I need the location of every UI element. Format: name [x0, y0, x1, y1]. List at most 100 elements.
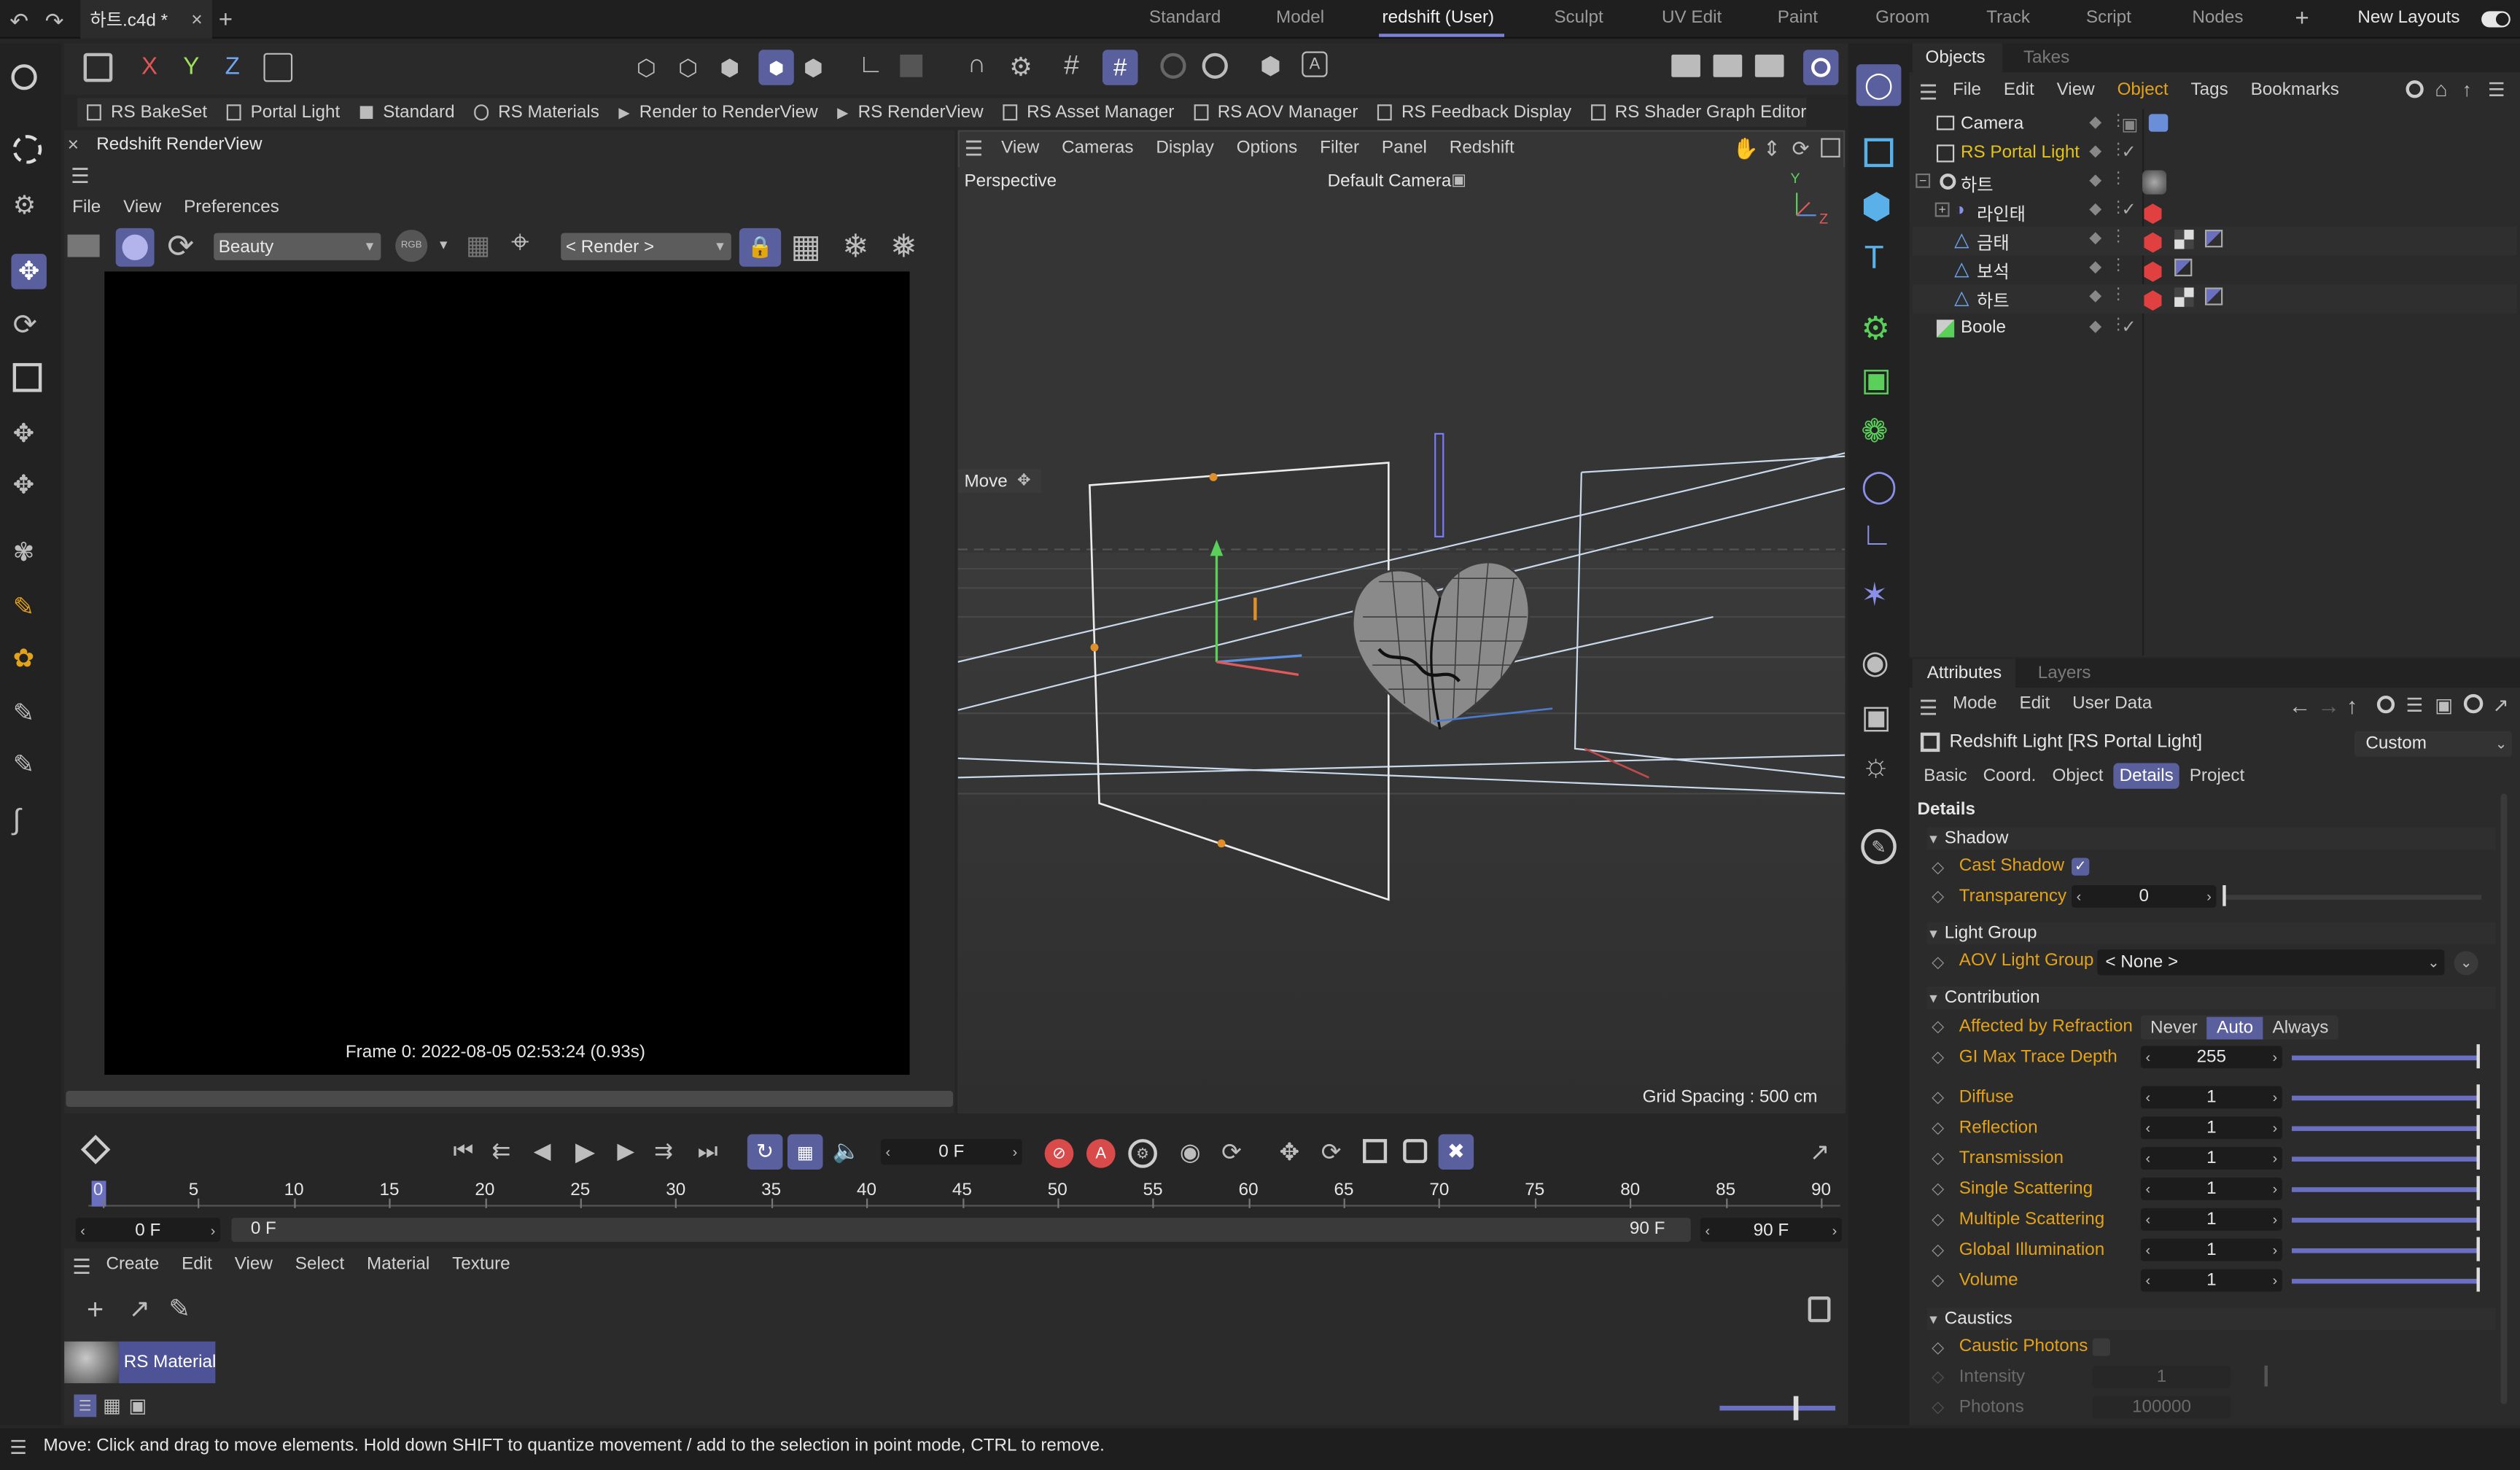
attributes-menu-icon[interactable]: ☰: [1919, 696, 1938, 721]
apply-material-icon[interactable]: ↗: [128, 1294, 150, 1326]
material-menu-create[interactable]: Create: [106, 1255, 159, 1274]
visibility-dots-icon[interactable]: ⋮: [2110, 286, 2126, 303]
keyframe-diamond-icon[interactable]: ◇: [1932, 1049, 1944, 1067]
close-panel-icon[interactable]: ×: [68, 133, 79, 156]
trash-icon[interactable]: [1808, 1296, 1831, 1323]
snap-settings-icon[interactable]: ⚙: [1009, 52, 1032, 84]
start-render-button[interactable]: [115, 228, 155, 267]
objects-menu-view[interactable]: View: [2057, 80, 2095, 99]
cube-icon[interactable]: ⬢: [1861, 187, 1891, 228]
layer-icon[interactable]: ◆: [2089, 201, 2101, 218]
layout-tab-uv-edit[interactable]: UV Edit: [1662, 8, 1722, 27]
fps-button[interactable]: ▦: [788, 1134, 823, 1170]
standard-camera-button[interactable]: Standard: [383, 103, 454, 122]
attributes-menu-edit[interactable]: Edit: [2019, 694, 2050, 713]
settings-circle-icon[interactable]: [2463, 693, 2484, 714]
selection-tag-icon[interactable]: [2204, 230, 2223, 248]
panel-menu-icon[interactable]: ☰: [71, 164, 90, 190]
subtab-coord[interactable]: Coord.: [1977, 763, 2042, 789]
filter-icon[interactable]: ☰: [2406, 694, 2424, 717]
uv-mode-icon[interactable]: ⬢: [804, 55, 823, 82]
layers-tab[interactable]: Layers: [2038, 664, 2091, 682]
end-frame-field[interactable]: ‹ 90 F ›: [1700, 1218, 1842, 1242]
slider-handle[interactable]: [2476, 1175, 2480, 1200]
go-to-start-icon[interactable]: ⏮: [454, 1138, 474, 1164]
coordinate-system-icon[interactable]: [263, 52, 293, 82]
object-row[interactable]: △ 금태 ◆ ⋮ ⬢: [1912, 226, 2517, 257]
placement-tool-icon[interactable]: ✥: [13, 469, 35, 501]
text-object-icon[interactable]: T: [1864, 241, 1884, 278]
layer-icon[interactable]: ◆: [2089, 172, 2101, 190]
tweak-tool-icon[interactable]: ⚙: [13, 190, 36, 222]
keyframe-diamond-icon[interactable]: ◇: [1932, 1242, 1944, 1259]
renderview-menu-preferences[interactable]: Preferences: [184, 198, 279, 217]
new-layouts-toggle[interactable]: [2481, 11, 2511, 28]
spline-tools-icon[interactable]: ✿: [13, 642, 35, 674]
keyframe-diamond-icon[interactable]: ◇: [1932, 1151, 1944, 1168]
lock-icon[interactable]: ▣: [2435, 694, 2453, 717]
next-frame-icon[interactable]: ▶: [617, 1138, 634, 1164]
maximize-view-icon[interactable]: [1821, 138, 1840, 158]
viewport-menu-view[interactable]: View: [1001, 138, 1039, 157]
keyframe-diamond-icon[interactable]: ◇: [1932, 1120, 1944, 1138]
keyframe-diamond-icon[interactable]: ◇: [1932, 1089, 1944, 1107]
material-menu-material[interactable]: Material: [367, 1255, 429, 1274]
grid-view-small-icon[interactable]: ▦: [103, 1394, 121, 1417]
visibility-dots-icon[interactable]: ⋮: [2110, 257, 2126, 275]
edges-mode-icon[interactable]: ⬡: [678, 55, 698, 82]
axis-z-toggle[interactable]: Z: [225, 53, 240, 80]
object-row[interactable]: RS Portal Light ◆ ⋮ ✓: [1913, 140, 2517, 169]
objects-tab[interactable]: Objects: [1912, 43, 2003, 73]
objects-menu-tags[interactable]: Tags: [2191, 80, 2228, 99]
material-item[interactable]: RS Material: [119, 1341, 216, 1384]
next-key-icon[interactable]: ⇉: [654, 1138, 673, 1164]
field-icon[interactable]: ∟: [1861, 517, 1892, 554]
rs-asset-manager-button[interactable]: RS Asset Manager: [1027, 103, 1174, 122]
viewport-menu-cameras[interactable]: Cameras: [1062, 138, 1133, 157]
lock-button[interactable]: 🔒: [739, 228, 782, 267]
freeze-all-icon[interactable]: ❅: [890, 227, 917, 267]
slider-handle[interactable]: [2476, 1044, 2480, 1069]
viewport-canvas[interactable]: [957, 167, 1846, 1113]
clapper-render-icon[interactable]: [1713, 54, 1743, 77]
key-position-icon[interactable]: ◉: [1180, 1138, 1201, 1166]
layout-tab-groom[interactable]: Groom: [1875, 8, 1929, 27]
sketch-icon[interactable]: ∫: [13, 804, 21, 837]
transparency-slider-handle[interactable]: [2222, 885, 2226, 906]
attributes-menu-user-data[interactable]: User Data: [2072, 694, 2152, 713]
deformer-icon[interactable]: ◯: [1861, 466, 1897, 506]
crop-icon[interactable]: ⌖: [511, 225, 529, 262]
render-settings-icon[interactable]: [1202, 52, 1228, 79]
object-row[interactable]: Boole ◆ ⋮ ✓: [1913, 315, 2517, 344]
keyframe-diamond-icon[interactable]: ◇: [1932, 1019, 1944, 1036]
play-icon[interactable]: ▶: [575, 1136, 595, 1168]
keyframe-diamond-icon[interactable]: ◇: [1932, 860, 1944, 877]
contribution-row-field[interactable]: ‹ 1 ›: [2140, 1178, 2282, 1200]
contribution-row-field[interactable]: ‹ 1 ›: [2140, 1238, 2282, 1261]
contribution-header[interactable]: ▼ Contribution: [1926, 986, 2496, 1009]
attributes-tab[interactable]: Attributes: [1912, 658, 2015, 688]
gi-max-trace-depth-field[interactable]: ‹ 255 ›: [2140, 1046, 2282, 1069]
dolly-icon[interactable]: ⇕: [1763, 136, 1781, 162]
polygons-mode-icon[interactable]: ⬢: [720, 55, 739, 82]
material-menu-icon[interactable]: ☰: [72, 1255, 91, 1280]
environment-icon[interactable]: ◉: [1861, 642, 1889, 682]
layout-tab-script[interactable]: Script: [2086, 8, 2131, 27]
clapper-settings-icon[interactable]: [1754, 54, 1784, 77]
layout-tab-nodes[interactable]: Nodes: [2192, 8, 2243, 27]
autokey-icon[interactable]: A: [1086, 1139, 1116, 1168]
red-material-tag-icon[interactable]: ⬢: [2142, 257, 2163, 286]
objects-menu-file[interactable]: File: [1953, 80, 1981, 99]
renderview-menu-view[interactable]: View: [123, 198, 161, 217]
caustic-photons-checkbox[interactable]: [2092, 1338, 2110, 1356]
layout-tab-sculpt[interactable]: Sculpt: [1554, 8, 1603, 27]
checker-tag-icon[interactable]: [2174, 287, 2194, 307]
layer-icon[interactable]: ◆: [2089, 230, 2101, 247]
freeze-icon[interactable]: ❄: [842, 227, 869, 267]
subtab-basic[interactable]: Basic: [1917, 763, 1973, 789]
cast-shadow-checkbox[interactable]: ✓: [2072, 858, 2090, 876]
contribution-row-slider[interactable]: [2292, 1248, 2478, 1253]
selection-tag-icon[interactable]: [2204, 287, 2223, 306]
objects-menu-object[interactable]: Object: [2118, 80, 2169, 99]
layer-icon[interactable]: ◆: [2089, 259, 2101, 276]
